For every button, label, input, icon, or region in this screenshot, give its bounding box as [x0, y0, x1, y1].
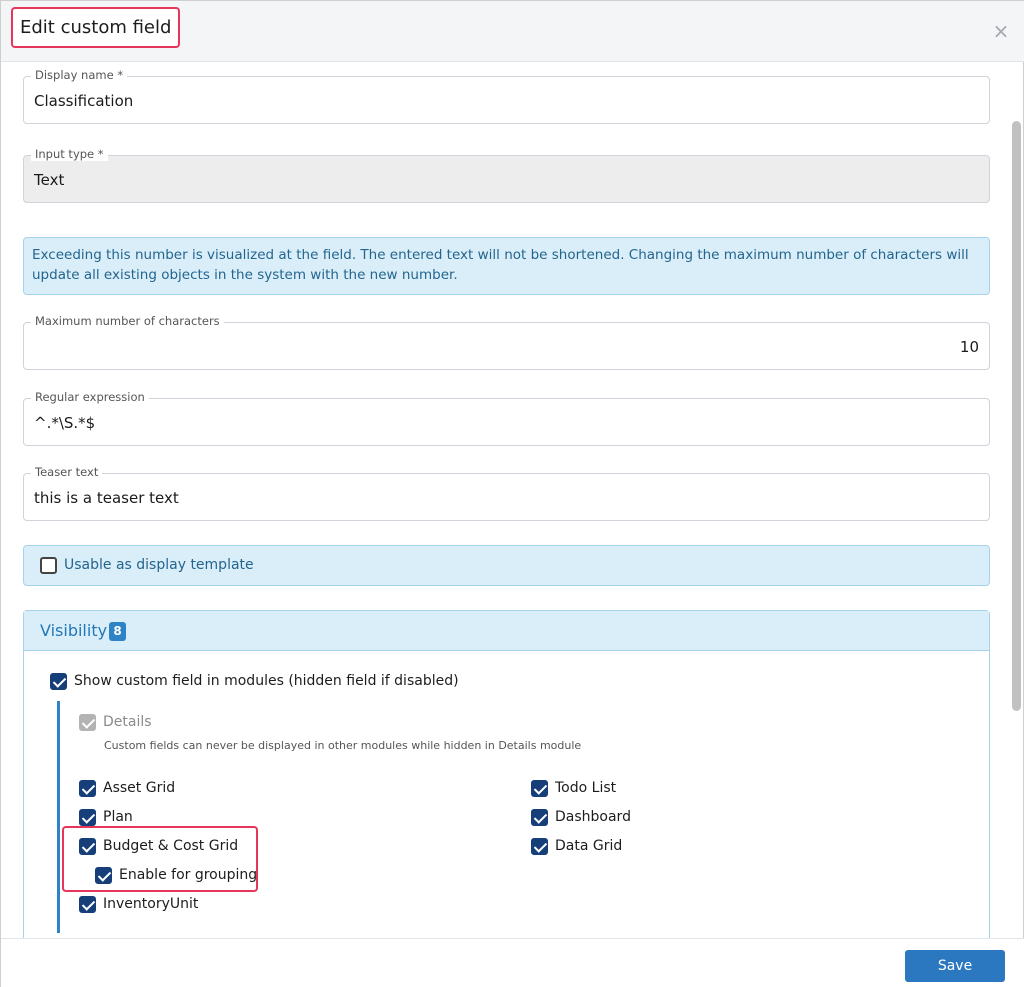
- scrollbar-thumb[interactable]: [1012, 121, 1021, 711]
- visibility-header[interactable]: Visibility 8: [24, 611, 989, 651]
- display-name-value: Classification: [34, 92, 134, 110]
- dialog-body: Display name * Classification Input type…: [1, 62, 1009, 938]
- dashboard-checkbox[interactable]: [531, 809, 548, 826]
- visibility-count-badge: 8: [109, 622, 126, 641]
- dialog-header: Edit custom field ×: [1, 1, 1024, 62]
- dashboard-label: Dashboard: [555, 809, 631, 825]
- teaser-text-value: this is a teaser text: [34, 489, 179, 507]
- edit-custom-field-dialog: Edit custom field × Display name * Class…: [0, 0, 1024, 987]
- display-template-label: Usable as display template: [64, 557, 254, 573]
- teaser-text-field[interactable]: Teaser text this is a teaser text: [23, 465, 990, 521]
- data-grid-label: Data Grid: [555, 838, 623, 854]
- asset-grid-label: Asset Grid: [103, 780, 176, 796]
- grouping-highlight-box: [62, 826, 258, 892]
- regex-label: Regular expression: [31, 390, 149, 404]
- visibility-panel: Visibility 8 Show custom field in module…: [23, 610, 990, 938]
- display-name-label: Display name *: [31, 68, 128, 82]
- input-type-value: Text: [34, 171, 65, 189]
- plan-label: Plan: [103, 809, 133, 825]
- details-help-text: Custom fields can never be displayed in …: [104, 739, 582, 752]
- show-in-modules-checkbox[interactable]: [50, 673, 67, 690]
- details-label: Details: [103, 714, 152, 730]
- asset-grid-checkbox[interactable]: [79, 780, 96, 797]
- dialog-title: Edit custom field: [11, 7, 181, 48]
- display-template-option: Usable as display template: [23, 545, 990, 586]
- max-chars-info-box: Exceeding this number is visualized at t…: [23, 237, 990, 295]
- data-grid-checkbox[interactable]: [531, 838, 548, 855]
- regex-value: ^.*\S.*$: [34, 414, 96, 432]
- inventory-unit-checkbox[interactable]: [79, 896, 96, 913]
- dialog-footer: Save: [1, 938, 1024, 987]
- todo-list-checkbox[interactable]: [531, 780, 548, 797]
- input-type-label: Input type *: [31, 147, 108, 161]
- teaser-text-label: Teaser text: [31, 465, 103, 479]
- input-type-field: Input type * Text: [23, 147, 990, 203]
- show-in-modules-label: Show custom field in modules (hidden fie…: [74, 673, 459, 689]
- max-chars-value: 10: [959, 338, 979, 356]
- close-icon[interactable]: ×: [991, 19, 1011, 43]
- save-button[interactable]: Save: [905, 950, 1005, 982]
- inventory-unit-label: InventoryUnit: [103, 896, 199, 912]
- max-chars-field[interactable]: Maximum number of characters 10: [23, 314, 990, 370]
- details-checkbox: [79, 714, 96, 731]
- visibility-title: Visibility: [40, 621, 108, 640]
- regex-field[interactable]: Regular expression ^.*\S.*$: [23, 390, 990, 446]
- module-indent-bar: [57, 701, 60, 933]
- max-chars-label: Maximum number of characters: [31, 314, 224, 328]
- display-template-checkbox[interactable]: [40, 557, 57, 574]
- display-name-field[interactable]: Display name * Classification: [23, 68, 990, 124]
- plan-checkbox[interactable]: [79, 809, 96, 826]
- todo-list-label: Todo List: [555, 780, 617, 796]
